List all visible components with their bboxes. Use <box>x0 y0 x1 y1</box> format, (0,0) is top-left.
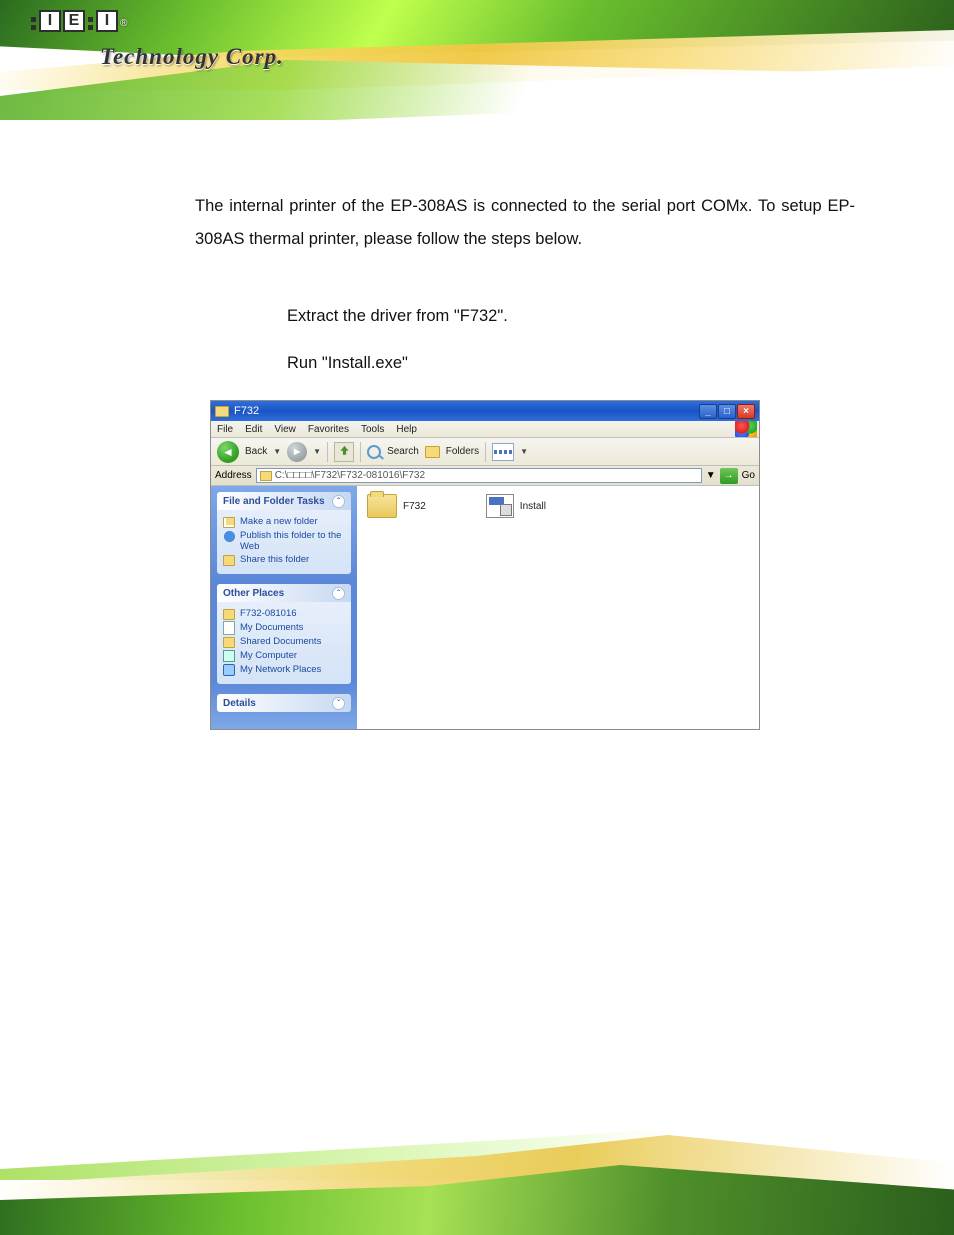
brand-tagline: Technology Corp. <box>100 44 284 70</box>
details-panel: Details ˇ <box>217 694 351 712</box>
windows-flag-icon <box>735 421 757 437</box>
chevron-up-icon[interactable]: ˆ <box>332 587 345 600</box>
forward-button[interactable]: ► <box>287 442 307 462</box>
up-button[interactable] <box>334 442 354 462</box>
explorer-body: File and Folder Tasks ˆ Make a new folde… <box>211 486 759 729</box>
address-dropdown-icon[interactable]: ▼ <box>706 470 716 481</box>
installer-icon <box>486 494 514 518</box>
place-item[interactable]: My Documents <box>223 622 345 634</box>
task-share[interactable]: Share this folder <box>223 554 345 566</box>
menu-file[interactable]: File <box>217 424 233 435</box>
intro-paragraph: The internal printer of the EP-308AS is … <box>195 190 855 256</box>
document-body: The internal printer of the EP-308AS is … <box>195 190 855 398</box>
minimize-button[interactable]: _ <box>699 404 717 419</box>
tasks-panel: File and Folder Tasks ˆ Make a new folde… <box>217 492 351 574</box>
window-title: F732 <box>234 405 259 417</box>
folder-item[interactable]: F732 <box>367 494 426 518</box>
step-text: Extract the driver from "F732". <box>287 300 855 333</box>
panel-header[interactable]: Other Places ˆ <box>217 584 351 602</box>
install-item[interactable]: Install <box>486 494 546 518</box>
steps-block: Extract the driver from "F732". Run "Ins… <box>287 300 855 380</box>
menu-tools[interactable]: Tools <box>361 424 384 435</box>
menu-favorites[interactable]: Favorites <box>308 424 349 435</box>
window-titlebar: F732 _ □ × <box>211 401 759 421</box>
chevron-up-icon[interactable]: ˆ <box>332 495 345 508</box>
file-label: Install <box>520 501 546 512</box>
globe-icon <box>223 530 235 542</box>
documents-icon <box>223 622 235 634</box>
place-item[interactable]: My Network Places <box>223 664 345 676</box>
toolbar: ◄ Back ▼ ► ▼ Search Folders ▼ <box>211 438 759 466</box>
page-footer-decoration <box>0 1085 954 1235</box>
maximize-button[interactable]: □ <box>718 404 736 419</box>
page-header-decoration: I E I ® Technology Corp. <box>0 0 954 140</box>
close-button[interactable]: × <box>737 404 755 419</box>
back-button[interactable]: ◄ <box>217 441 239 463</box>
search-icon[interactable] <box>367 445 381 459</box>
panel-header[interactable]: File and Folder Tasks ˆ <box>217 492 351 510</box>
file-list: F732 Install <box>357 486 759 729</box>
task-publish[interactable]: Publish this folder to the Web <box>223 530 345 552</box>
address-field[interactable]: C:\□□□□\F732\F732-081016\F732 <box>256 468 702 483</box>
menu-help[interactable]: Help <box>396 424 417 435</box>
file-label: F732 <box>403 501 426 512</box>
address-bar: Address C:\□□□□\F732\F732-081016\F732 ▼ … <box>211 466 759 486</box>
folder-icon <box>367 494 397 518</box>
task-new-folder[interactable]: Make a new folder <box>223 516 345 528</box>
view-dropdown-icon[interactable]: ▼ <box>520 447 528 456</box>
panel-header[interactable]: Details ˇ <box>217 694 351 712</box>
place-item[interactable]: My Computer <box>223 650 345 662</box>
address-label: Address <box>215 470 252 481</box>
new-folder-icon <box>223 516 235 528</box>
view-button[interactable] <box>492 443 514 461</box>
back-label[interactable]: Back <box>245 446 267 457</box>
panel-title: Other Places <box>223 588 284 599</box>
folder-icon <box>260 471 272 481</box>
places-panel: Other Places ˆ F732-081016 My Documents … <box>217 584 351 684</box>
side-pane: File and Folder Tasks ˆ Make a new folde… <box>211 486 357 729</box>
step-text: Run "Install.exe" <box>287 347 855 380</box>
go-button[interactable]: → <box>720 468 738 484</box>
folders-icon[interactable] <box>425 446 440 458</box>
explorer-window: F732 _ □ × File Edit View Favorites Tool… <box>210 400 760 730</box>
folder-icon <box>215 406 229 417</box>
network-icon <box>223 664 235 676</box>
folder-icon <box>223 608 235 620</box>
brand-logo: I E I ® <box>30 10 130 32</box>
address-path: C:\□□□□\F732\F732-081016\F732 <box>275 470 425 481</box>
folder-icon <box>223 636 235 648</box>
place-item[interactable]: F732-081016 <box>223 608 345 620</box>
menu-edit[interactable]: Edit <box>245 424 262 435</box>
share-icon <box>223 554 235 566</box>
chevron-down-icon[interactable]: ˇ <box>332 697 345 710</box>
search-label[interactable]: Search <box>387 446 419 457</box>
computer-icon <box>223 650 235 662</box>
forward-dropdown-icon[interactable]: ▼ <box>313 447 321 456</box>
folders-label[interactable]: Folders <box>446 446 479 457</box>
menu-bar: File Edit View Favorites Tools Help <box>211 421 759 438</box>
back-dropdown-icon[interactable]: ▼ <box>273 447 281 456</box>
go-label[interactable]: Go <box>742 470 755 481</box>
menu-view[interactable]: View <box>274 424 296 435</box>
place-item[interactable]: Shared Documents <box>223 636 345 648</box>
panel-title: Details <box>223 698 256 709</box>
panel-title: File and Folder Tasks <box>223 496 325 507</box>
